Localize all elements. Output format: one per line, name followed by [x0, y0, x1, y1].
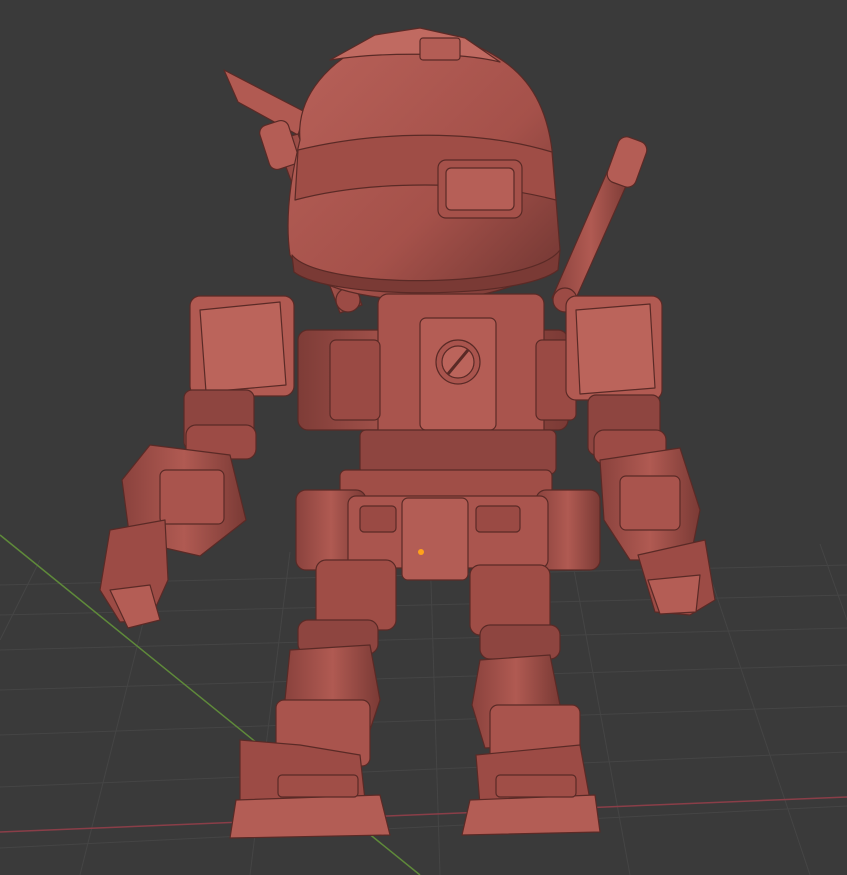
- robot-model[interactable]: [99, 27, 716, 839]
- torso: [297, 293, 577, 475]
- right-leg: [461, 564, 601, 836]
- left-arm: [99, 295, 295, 629]
- right-rod: [551, 136, 648, 313]
- 3d-viewport[interactable]: [0, 0, 847, 875]
- left-leg: [229, 559, 397, 839]
- right-foot: [461, 794, 601, 836]
- origin-dot: [418, 549, 424, 555]
- viewport-canvas[interactable]: [0, 0, 847, 875]
- helmet: [287, 27, 561, 301]
- left-foot: [229, 794, 391, 839]
